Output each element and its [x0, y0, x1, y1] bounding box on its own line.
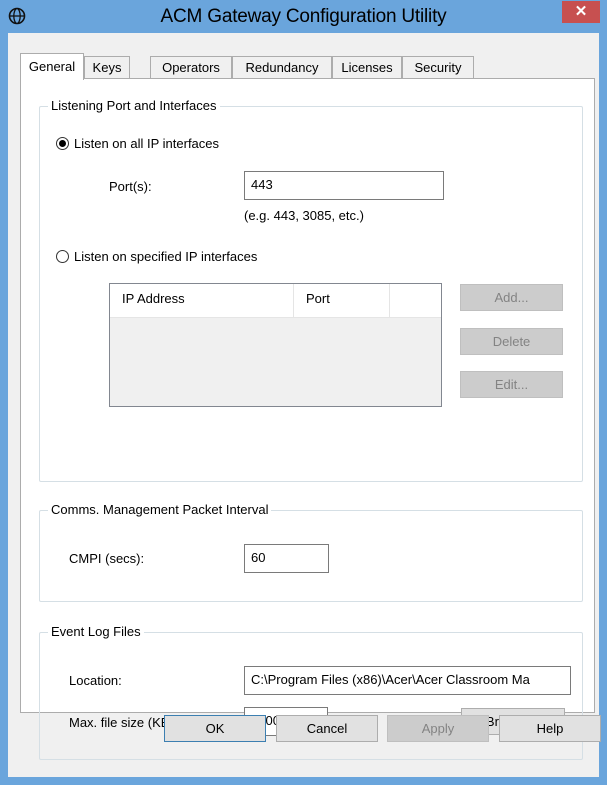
dialog-window: ACM Gateway Configuration Utility ✕ Gene… — [0, 0, 607, 785]
tab-keys[interactable]: Keys — [84, 56, 130, 78]
help-button[interactable]: Help — [499, 715, 601, 742]
cmpi-group-title: Comms. Management Packet Interval — [48, 502, 272, 517]
tab-licenses[interactable]: Licenses — [332, 56, 402, 78]
ports-label: Port(s): — [109, 179, 152, 194]
dialog-client-area: General Keys Operators Redundancy Licens… — [8, 33, 601, 777]
ip-interfaces-list[interactable]: IP Address Port — [109, 283, 442, 407]
cmpi-group: Comms. Management Packet Interval CMPI (… — [39, 502, 583, 602]
tab-redundancy[interactable]: Redundancy — [232, 56, 332, 78]
max-file-size-label: Max. file size (KB): — [69, 715, 178, 730]
ip-address-column-header[interactable]: IP Address — [110, 284, 294, 317]
location-label: Location: — [69, 673, 122, 688]
listen-specified-ip-radio[interactable]: Listen on specified IP interfaces — [56, 249, 257, 264]
listen-all-ip-radio[interactable]: Listen on all IP interfaces — [56, 136, 219, 151]
radio-unselected-icon — [56, 250, 69, 263]
location-input[interactable]: C:\Program Files (x86)\Acer\Acer Classro… — [244, 666, 571, 695]
port-column-header[interactable]: Port — [294, 284, 390, 317]
ports-hint: (e.g. 443, 3085, etc.) — [244, 208, 364, 223]
apply-button[interactable]: Apply — [387, 715, 489, 742]
close-icon: ✕ — [574, 3, 588, 20]
listen-specified-ip-label: Listen on specified IP interfaces — [74, 249, 258, 264]
ports-input[interactable]: 443 — [244, 171, 444, 200]
radio-selected-icon — [56, 137, 69, 150]
listening-port-group-title: Listening Port and Interfaces — [48, 98, 220, 113]
close-button[interactable]: ✕ — [562, 1, 600, 23]
cancel-button[interactable]: Cancel — [276, 715, 378, 742]
general-tab-panel: Listening Port and Interfaces Listen on … — [20, 78, 595, 760]
tab-general[interactable]: General — [20, 53, 84, 80]
edit-button[interactable]: Edit... — [460, 371, 563, 398]
delete-button[interactable]: Delete — [460, 328, 563, 355]
window-title: ACM Gateway Configuration Utility — [160, 6, 447, 27]
tab-operators[interactable]: Operators — [150, 56, 232, 78]
tab-security[interactable]: Security — [402, 56, 474, 78]
ok-button[interactable]: OK — [164, 715, 266, 742]
event-log-group-title: Event Log Files — [48, 624, 144, 639]
cmpi-input[interactable]: 60 — [244, 544, 329, 573]
listening-port-group: Listening Port and Interfaces Listen on … — [39, 98, 583, 482]
cmpi-label: CMPI (secs): — [69, 551, 145, 566]
ip-list-header: IP Address Port — [110, 284, 441, 318]
title-bar[interactable]: ACM Gateway Configuration Utility ✕ — [1, 1, 606, 33]
add-button[interactable]: Add... — [460, 284, 563, 311]
listen-all-ip-label: Listen on all IP interfaces — [74, 136, 220, 151]
